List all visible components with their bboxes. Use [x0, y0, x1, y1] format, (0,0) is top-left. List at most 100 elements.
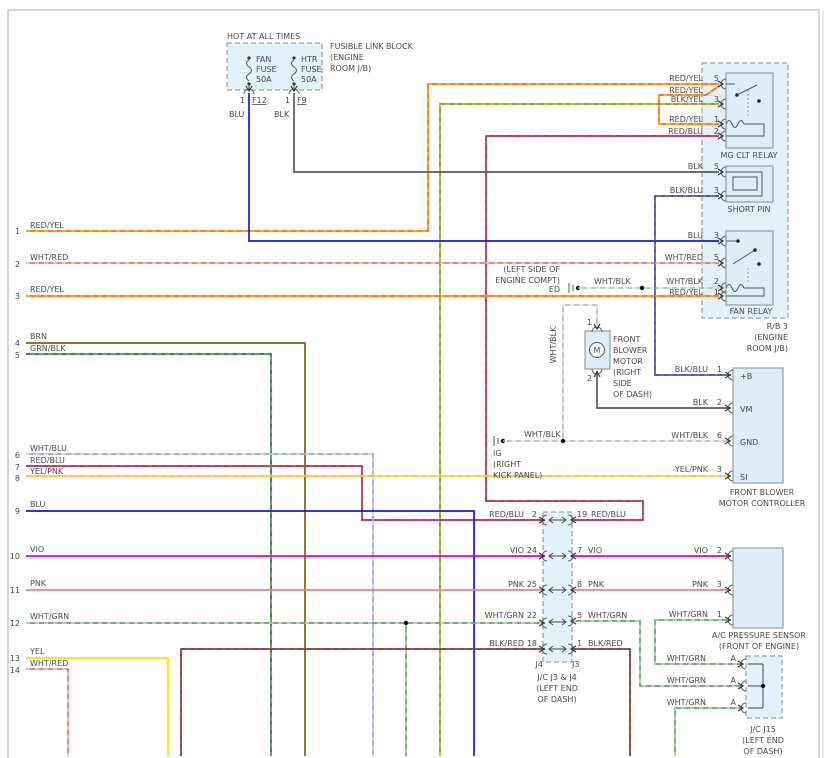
fan-fuse-terminal-top	[247, 56, 251, 60]
label-j15-whtgrn-1: WHT/GRN	[667, 654, 706, 663]
label-motor-m: M	[594, 346, 601, 355]
label-num-9: 9	[15, 507, 20, 516]
label-jc-right-5: 5	[577, 611, 582, 620]
label-jc-left-vio: VIO	[510, 546, 524, 555]
label-jc-left-25: 25	[527, 580, 537, 589]
junction-dot	[760, 683, 766, 689]
label-mgclt-pin3: 3	[714, 95, 719, 104]
label-wire-7: RED/BLU	[30, 456, 65, 465]
label-jc-left-18: 18	[527, 639, 537, 648]
label-ctrl-si: SI	[740, 473, 747, 482]
label-fanrelay-name: FAN RELAY	[730, 307, 773, 316]
label-fanrelay-pin5-wire: WHT/RED	[665, 253, 703, 262]
label-fuse-blu: BLU	[229, 110, 245, 119]
label-ed-name: ED	[549, 285, 560, 294]
fan-relay-box	[725, 230, 774, 306]
label-j15-whtgrn-3: WHT/GRN	[667, 698, 706, 707]
wire-wht-blu-6-stripe	[26, 453, 374, 756]
wire-blk-red-left	[180, 648, 545, 756]
wire-red-blu-7	[26, 465, 545, 521]
label-mgclt-pin2-wire: RED/BLU	[668, 127, 703, 136]
label-jc-left-24: 24	[527, 546, 537, 555]
label-hot-at-all-times: HOT AT ALL TIMES	[227, 32, 300, 41]
label-jc-right-pnk: PNK	[588, 580, 605, 589]
label-mgclt-pin5-wire: RED/YEL	[669, 74, 703, 83]
label-ctrl-pin1-wire: BLK/BLU	[675, 365, 708, 374]
label-num-1: 1	[15, 227, 20, 236]
label-htr-fuse-line1: HTR	[301, 55, 318, 64]
label-jc-left-pnk: PNK	[508, 580, 525, 589]
wire-grn-blk-5-stripe	[26, 353, 272, 756]
label-fusible-link-line3: ROOM J/B)	[330, 64, 371, 73]
label-mgclt-pin1: 1	[714, 115, 719, 124]
label-j15-name-line3: OF DASH)	[743, 747, 782, 756]
label-jc-left-blkred: BLK/RED	[489, 639, 524, 648]
label-j15-whtgrn-2: WHT/GRN	[667, 676, 706, 685]
label-num-13: 13	[10, 654, 20, 663]
label-motor-pin2: 2	[587, 374, 592, 383]
wire-blk-red-right	[572, 648, 631, 756]
label-fuse-blk: BLK	[274, 110, 290, 119]
label-sensor-pnk: PNK	[692, 580, 709, 589]
label-num-14: 14	[10, 666, 20, 675]
label-num-2: 2	[15, 260, 20, 269]
wire-blu-fuse	[248, 93, 719, 242]
htr-fuse-terminal-top	[292, 56, 296, 60]
label-rb3-line1: R/B 3	[767, 322, 788, 331]
label-ctrl-pin3: 3	[717, 465, 722, 474]
label-num-5: 5	[15, 351, 20, 360]
label-sensor-pin1: 1	[717, 610, 722, 619]
label-ctrl-pin6: 6	[717, 431, 722, 440]
label-jc-left-redblu: RED/BLU	[489, 510, 524, 519]
label-sensor-name-line2: (FRONT OF ENGINE)	[719, 642, 799, 651]
label-f9-pin: 1	[285, 96, 290, 105]
label-num-6: 6	[15, 451, 20, 460]
label-mgclt-pin1-wire: RED/YEL	[669, 115, 703, 124]
label-num-7: 7	[15, 463, 20, 472]
label-ed-loc-line2: ENGINE COMPT)	[495, 276, 560, 285]
label-wire-10: VIO	[30, 545, 44, 554]
wire-wht-grn-bottom	[674, 707, 741, 756]
wire-grn-blk-5	[26, 353, 272, 756]
jc-j3-j4-box	[542, 511, 573, 663]
label-jc-right-redblu: RED/BLU	[591, 510, 626, 519]
label-wire-3: RED/YEL	[30, 285, 64, 294]
label-num-10: 10	[10, 552, 20, 561]
label-jc-name-line3: OF DASH)	[537, 695, 576, 704]
label-htr-fuse-line2: FUSE	[301, 65, 322, 74]
label-wire-6: WHT/BLU	[30, 444, 67, 453]
label-rb3-line2: (ENGINE	[754, 333, 788, 342]
label-j15-a3: A	[731, 698, 737, 707]
label-jc-name-line2: (LEFT END	[536, 684, 578, 693]
label-shortpin-pin3: 3	[714, 186, 719, 195]
label-wire-9: BLU	[30, 500, 46, 509]
label-ctrl-pin3-wire: YEL/PNK	[674, 465, 709, 474]
wire-wht-red-14	[26, 668, 69, 756]
wire-wht-red-14-stripe	[26, 668, 69, 756]
label-ig-wire: WHT/BLK	[524, 430, 561, 439]
wire-red-blu-7-stripe	[26, 465, 545, 521]
label-fan-fuse-line1: FAN	[256, 55, 271, 64]
label-ctrl-pin6-wire: WHT/BLK	[671, 431, 708, 440]
label-jc-right-7: 7	[577, 546, 582, 555]
junction-dot	[639, 285, 645, 291]
label-fanrelay-pin2: 2	[714, 277, 719, 286]
label-wire-13: YEL	[29, 647, 45, 656]
label-wire-1: RED/YEL	[30, 221, 64, 230]
label-shortpin-name: SHORT PIN	[728, 205, 771, 214]
label-fanrelay-pin3-wire: BLU	[688, 231, 704, 240]
label-ctrl-pin2: 2	[717, 398, 722, 407]
label-ctrl-name-line1: FRONT BLOWER	[730, 488, 795, 497]
label-sensor-pin2: 2	[717, 546, 722, 555]
label-motor-line3: MOTOR	[613, 357, 643, 366]
label-jc-right-vio: VIO	[588, 546, 602, 555]
label-shortpin-pin5-wire: BLK	[688, 162, 704, 171]
label-ig-loc-line2: KICK PANEL)	[493, 471, 542, 480]
label-ctrl-plus-b: +B	[740, 372, 752, 381]
wires-layer	[26, 83, 741, 756]
label-j15-a1: A	[731, 654, 737, 663]
wire-yel-13	[26, 657, 169, 756]
label-mgclt-loop-wire: RED/YEL	[669, 86, 703, 95]
label-sensor-vio: VIO	[694, 546, 708, 555]
label-motor-line1: FRONT	[613, 335, 640, 344]
